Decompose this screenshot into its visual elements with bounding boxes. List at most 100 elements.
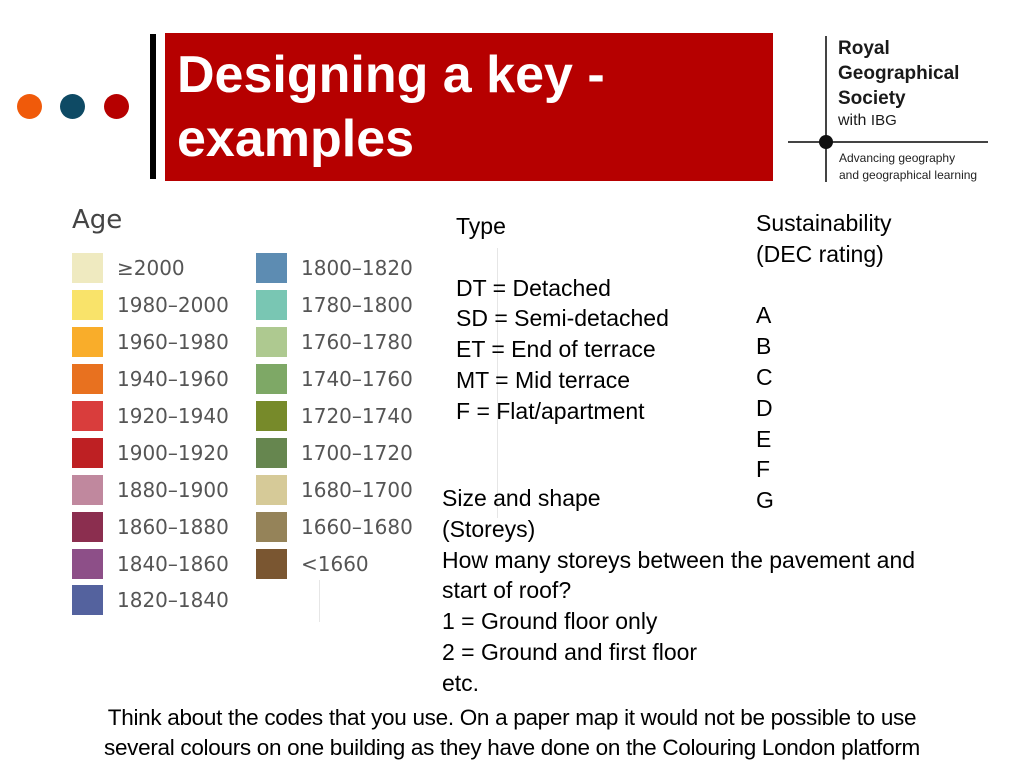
red-dot-icon — [104, 94, 129, 119]
size-key-line: How many storeys between the pavement an… — [442, 546, 916, 573]
size-key: Size and shape (Storeys) How many storey… — [442, 483, 915, 699]
sustainability-title-line: Sustainability — [756, 210, 892, 236]
age-label: 1800–1820 — [301, 256, 413, 281]
age-color-swatch — [72, 364, 103, 395]
age-color-swatch — [256, 437, 287, 468]
logo-name-line: Society — [838, 88, 906, 109]
dec-rating: C — [756, 363, 773, 390]
age-color-swatch — [72, 511, 103, 542]
faint-divider — [319, 580, 320, 622]
age-label: 1880–1900 — [117, 477, 229, 502]
age-label: ≥2000 — [117, 256, 185, 281]
title-divider — [150, 34, 156, 179]
type-key-item: SD = Semi-detached — [456, 305, 669, 332]
footer-note: Think about the codes that you use. On a… — [0, 703, 1024, 763]
dec-rating: A — [756, 302, 772, 329]
teal-dot-icon — [60, 94, 85, 119]
logo-name: Royal Geographical Society — [838, 36, 959, 111]
slide-title-line-1: Designing a key - — [177, 46, 605, 104]
logo-name-line: Geographical — [838, 63, 960, 84]
type-key-title: Type — [456, 213, 506, 239]
age-label: 1920–1940 — [117, 404, 229, 428]
size-key-line: etc. — [442, 669, 480, 696]
logo-horizontal-line — [788, 141, 988, 143]
logo-name-line: Royal — [838, 38, 890, 59]
size-key-line: 1 = Ground floor only — [442, 608, 658, 635]
age-key-column-2: 1800–1820 1780–1800 1760–1780 1740–1760 1720… — [256, 250, 413, 582]
logo-tagline-line: Advancing geography — [839, 151, 956, 165]
age-key-item: 1660–1680 — [256, 508, 413, 545]
age-label: 1720–1740 — [301, 404, 413, 428]
age-key-item: 1680–1700 — [256, 471, 413, 508]
age-key-item: 1920–1940 — [72, 398, 229, 435]
age-key-item: 1760–1780 — [256, 324, 413, 361]
rgs-logo: Royal Geographical Society with IBG Adva… — [788, 36, 998, 186]
footer-line: Think about the codes that you use. On a… — [107, 705, 917, 730]
dec-rating: D — [756, 394, 773, 421]
age-label: 1740–1760 — [301, 367, 413, 392]
type-key-item: ET = End of terrace — [456, 336, 656, 363]
age-label: 1940–1960 — [117, 367, 229, 392]
age-key-item: 1860–1880 — [72, 508, 229, 545]
age-key-item: 1940–1960 — [72, 361, 229, 398]
age-color-swatch — [256, 253, 287, 284]
age-key-item: 1900–1920 — [72, 434, 229, 471]
age-label: 1900–1920 — [117, 440, 229, 465]
age-color-swatch — [72, 585, 103, 616]
age-label: 1760–1780 — [301, 330, 413, 355]
age-key-item: <1660 — [256, 545, 413, 582]
age-label: 1820–1840 — [117, 588, 229, 613]
age-label: 1780–1800 — [301, 293, 413, 318]
age-color-swatch — [72, 474, 103, 505]
age-label: 1860–1880 — [117, 514, 229, 539]
logo-tagline-line: and geographical learning — [839, 168, 978, 182]
orange-dot-icon — [17, 94, 42, 119]
footer-line: several colours on one building as they … — [104, 735, 920, 760]
logo-with-ibg: with IBG — [838, 112, 897, 130]
logo-ibg: IBG — [870, 112, 897, 129]
dec-rating: E — [756, 425, 772, 452]
age-label: 1680–1700 — [301, 477, 413, 502]
age-color-swatch — [72, 437, 103, 468]
age-key-title: Age — [72, 205, 123, 235]
logo-node-icon — [819, 135, 833, 149]
age-color-swatch — [256, 401, 287, 431]
dec-rating: F — [756, 456, 771, 483]
slide-title-line-2: examples — [177, 110, 415, 168]
size-key-line: Size and shape — [442, 485, 601, 511]
logo-vertical-line — [825, 36, 827, 182]
age-color-swatch — [72, 253, 103, 284]
type-key-item: MT = Mid terrace — [456, 366, 631, 393]
age-label: 1960–1980 — [117, 330, 229, 355]
age-label: 1660–1680 — [301, 514, 413, 539]
slide-title-banner: Designing a key - examples — [165, 33, 773, 181]
size-key-line: 2 = Ground and first floor — [442, 638, 698, 665]
age-key-item: 1880–1900 — [72, 471, 229, 508]
age-color-swatch — [72, 290, 103, 321]
age-color-swatch — [72, 548, 103, 579]
type-key: Type DT = Detached SD = Semi-detached ET… — [456, 211, 669, 427]
age-label: 1980–2000 — [117, 293, 229, 318]
age-color-swatch — [256, 511, 287, 542]
type-key-item: DT = Detached — [456, 274, 611, 301]
age-label: 1840–1860 — [117, 551, 229, 576]
age-label: <1660 — [301, 551, 369, 576]
age-key-item: 1980–2000 — [72, 287, 229, 324]
logo-tagline: Advancing geography and geographical lea… — [839, 150, 977, 184]
age-key-item: 1740–1760 — [256, 361, 413, 398]
dec-rating: B — [756, 333, 772, 360]
age-color-swatch — [256, 364, 287, 395]
age-key-item: 1780–1800 — [256, 287, 413, 324]
sustainability-title-line: (DEC rating) — [756, 240, 884, 267]
age-key-item: 1960–1980 — [72, 324, 229, 361]
sustainability-key: Sustainability (DEC rating) A B C D E F … — [756, 208, 892, 516]
age-key-column-1: ≥2000 1980–2000 1960–1980 1940–1960 1920–194… — [72, 250, 229, 619]
age-key-item: 1700–1720 — [256, 434, 413, 471]
age-color-swatch — [72, 401, 103, 431]
age-color-swatch — [256, 474, 287, 505]
age-color-swatch — [72, 327, 103, 358]
type-key-item: F = Flat/apartment — [456, 397, 645, 424]
age-key-item: ≥2000 — [72, 250, 229, 287]
age-color-swatch — [256, 327, 287, 358]
size-key-line: (Storeys) — [442, 515, 536, 542]
